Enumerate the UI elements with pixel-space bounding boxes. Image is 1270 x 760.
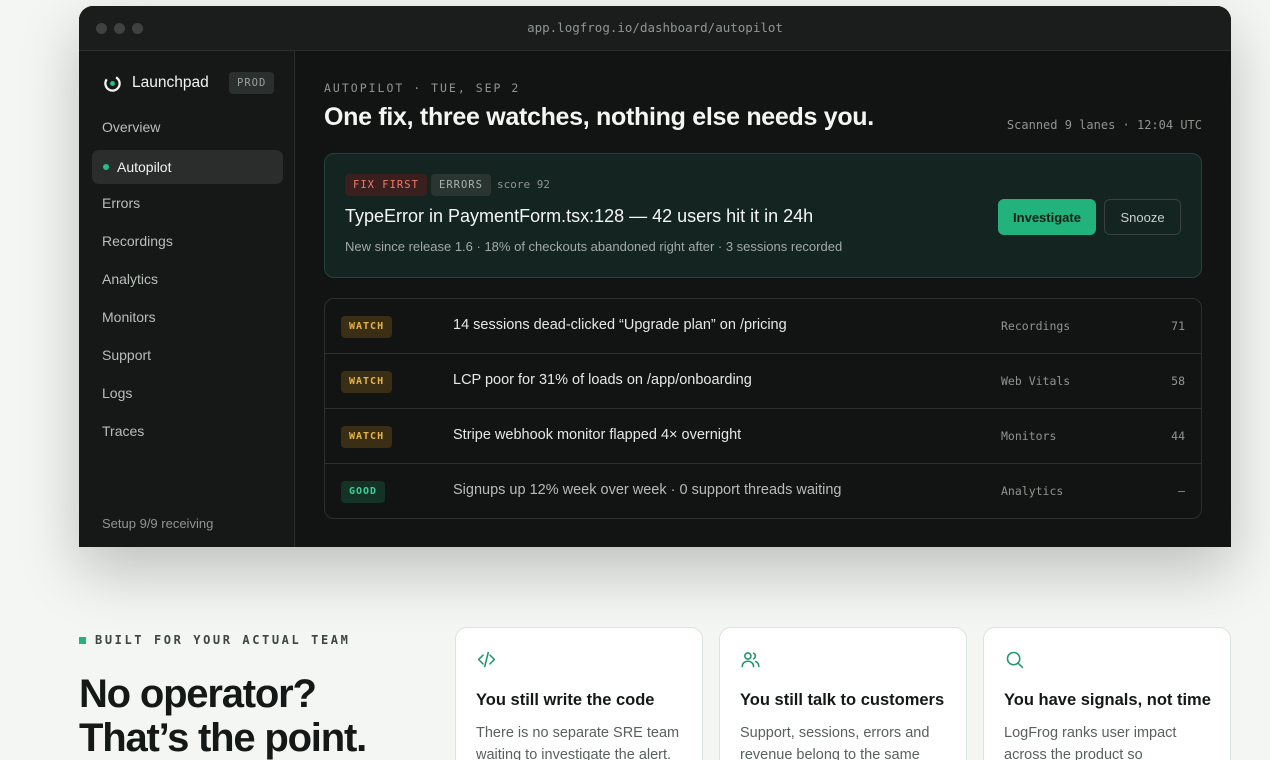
list-item[interactable]: WATCH 14 sessions dead-clicked “Upgrade … xyxy=(325,299,1201,354)
scan-status: Scanned 9 lanes · 12:04 UTC xyxy=(1006,118,1202,132)
snooze-button[interactable]: Snooze xyxy=(1104,199,1181,235)
row-score: 58 xyxy=(1171,374,1185,388)
sidebar-item-traces[interactable]: Traces xyxy=(92,414,283,448)
window-titlebar: app.logfrog.io/dashboard/autopilot xyxy=(79,6,1231,51)
watch-list: WATCH 14 sessions dead-clicked “Upgrade … xyxy=(324,298,1202,519)
sidebar-item-analytics[interactable]: Analytics xyxy=(92,262,283,296)
sidebar-item-label: Analytics xyxy=(102,271,159,287)
search-icon xyxy=(1006,651,1024,669)
sidebar-item-overview[interactable]: Overview xyxy=(92,110,283,144)
card-title: You have signals, not time xyxy=(1004,691,1211,709)
sidebar-item-label: Errors xyxy=(102,195,141,211)
sidebar-item-label: Support xyxy=(102,347,152,363)
card-body: There is no separate SRE team waiting to… xyxy=(476,725,680,760)
logfrog-logo-icon xyxy=(104,74,121,92)
list-item[interactable]: GOOD Signups up 12% week over week · 0 s… xyxy=(325,464,1201,518)
sidebar-item-recordings[interactable]: Recordings xyxy=(92,224,283,258)
users-icon xyxy=(741,652,760,668)
feature-card-code: You still write the code There is no sep… xyxy=(455,627,703,760)
address-bar-url[interactable]: app.logfrog.io/dashboard/autopilot xyxy=(79,20,1231,35)
card-body: Support, sessions, errors and revenue be… xyxy=(740,725,930,760)
sidebar-item-monitors[interactable]: Monitors xyxy=(92,300,283,334)
page-title: One fix, three watches, nothing else nee… xyxy=(324,103,874,131)
section-eyebrow: BUILT FOR YOUR ACTUAL TEAM xyxy=(79,633,350,647)
watch-tag: WATCH xyxy=(341,371,393,393)
active-indicator-dot xyxy=(103,164,109,170)
section-eyebrow-text: BUILT FOR YOUR ACTUAL TEAM xyxy=(95,633,351,647)
investigate-button[interactable]: Investigate xyxy=(998,199,1096,235)
row-score: 44 xyxy=(1171,429,1185,443)
brand-name: Launchpad xyxy=(132,74,209,91)
list-item[interactable]: WATCH Stripe webhook monitor flapped 4× … xyxy=(325,409,1201,464)
page-eyebrow: AUTOPILOT · TUE, SEP 2 xyxy=(324,81,521,95)
autopilot-main: AUTOPILOT · TUE, SEP 2 One fix, three wa… xyxy=(296,51,1231,547)
sidebar-item-autopilot[interactable]: Autopilot xyxy=(92,150,283,184)
row-text: Stripe webhook monitor flapped 4× overni… xyxy=(453,427,742,443)
sidebar-item-label: Overview xyxy=(102,119,161,135)
section-title-line-2: That’s the point. xyxy=(79,716,367,760)
feature-card-customers: You still talk to customers Support, ses… xyxy=(719,627,967,760)
fix-first-tag: FIX FIRST xyxy=(345,174,427,196)
fix-subtitle: New since release 1.6 · 18% of checkouts… xyxy=(345,239,843,254)
env-badge[interactable]: PROD xyxy=(229,72,275,94)
sidebar-item-logs[interactable]: Logs xyxy=(92,376,283,410)
row-text: Signups up 12% week over week · 0 suppor… xyxy=(453,482,842,498)
sidebar-item-label: Monitors xyxy=(102,309,156,325)
row-score: — xyxy=(1178,484,1185,498)
app-window: app.logfrog.io/dashboard/autopilot Launc… xyxy=(79,6,1231,547)
row-source: Recordings xyxy=(1001,319,1071,333)
impact-score: score 92 xyxy=(497,178,550,191)
sidebar-item-label: Autopilot xyxy=(117,159,172,175)
row-source: Web Vitals xyxy=(1001,374,1071,388)
category-tag: ERRORS xyxy=(431,174,491,196)
feature-card-signals: You have signals, not time LogFrog ranks… xyxy=(983,627,1231,760)
fix-title: TypeError in PaymentForm.tsx:128 — 42 us… xyxy=(345,206,814,226)
watch-tag: WATCH xyxy=(341,316,393,338)
code-icon xyxy=(477,651,496,668)
card-title: You still write the code xyxy=(476,691,655,709)
sidebar-item-label: Logs xyxy=(102,385,133,401)
accent-square-icon xyxy=(79,636,86,644)
card-title: You still talk to customers xyxy=(740,691,945,709)
sidebar-item-support[interactable]: Support xyxy=(92,338,283,372)
section-title: No operator? That’s the point. xyxy=(79,672,367,760)
brand[interactable]: Launchpad xyxy=(103,73,209,93)
watch-tag: WATCH xyxy=(341,426,393,448)
fix-first-card[interactable]: FIX FIRST ERRORS score 92 TypeError in P… xyxy=(324,153,1202,278)
sidebar-item-label: Recordings xyxy=(102,233,173,249)
sidebar-item-errors[interactable]: Errors xyxy=(92,186,283,220)
card-body: LogFrog ranks user impact across the pro… xyxy=(1004,725,1177,760)
row-source: Monitors xyxy=(1001,429,1057,443)
row-text: LCP poor for 31% of loads on /app/onboar… xyxy=(453,372,752,388)
row-text: 14 sessions dead-clicked “Upgrade plan” … xyxy=(453,317,787,333)
list-item[interactable]: WATCH LCP poor for 31% of loads on /app/… xyxy=(325,354,1201,409)
sidebar: Launchpad PROD Overview Autopilot Errors… xyxy=(79,51,295,547)
good-tag: GOOD xyxy=(341,481,386,503)
row-source: Analytics xyxy=(1001,484,1064,498)
section-title-line-1: No operator? xyxy=(79,672,317,716)
row-score: 71 xyxy=(1171,319,1185,333)
setup-status[interactable]: Setup 9/9 receiving xyxy=(102,516,213,531)
sidebar-item-label: Traces xyxy=(102,423,145,439)
